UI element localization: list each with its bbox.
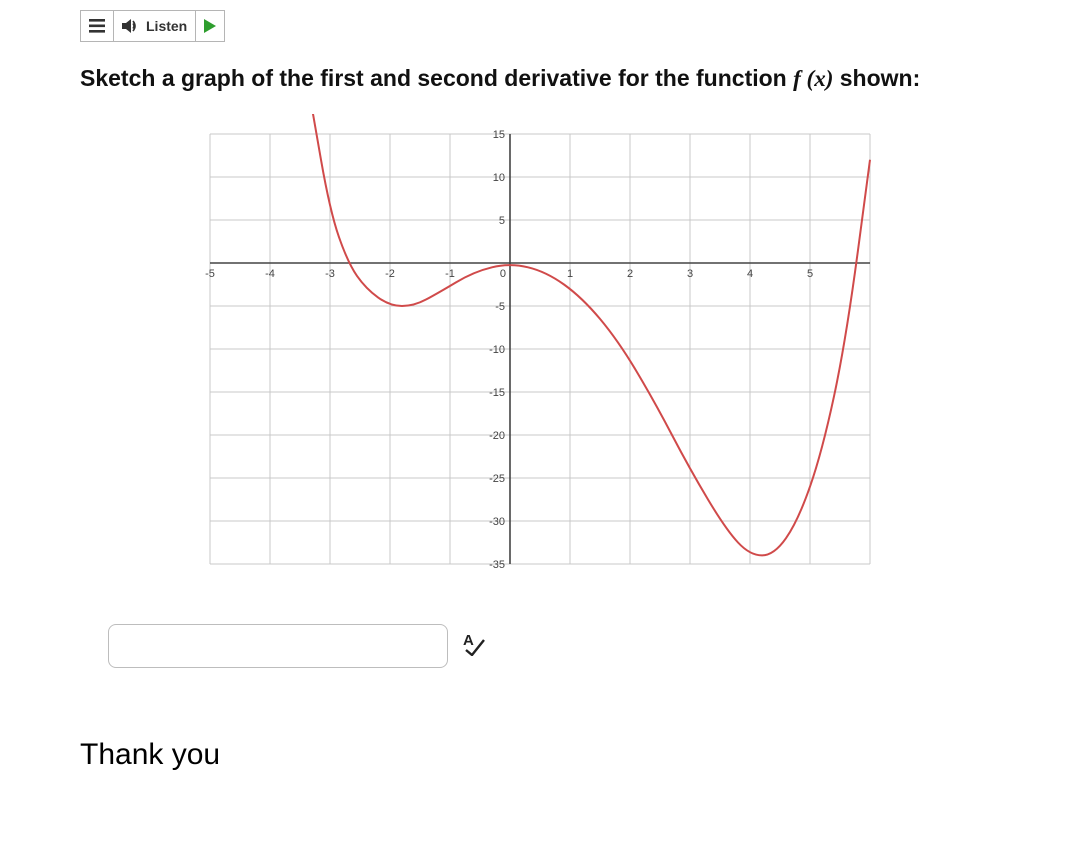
play-icon [204,19,216,33]
svg-text:-25: -25 [489,473,505,485]
hamburger-icon [89,19,105,33]
svg-text:-30: -30 [489,516,505,528]
svg-text:15: 15 [493,129,505,141]
spellcheck-icon: A [460,630,486,656]
svg-text:5: 5 [499,215,505,227]
svg-text:-4: -4 [265,268,275,280]
play-button[interactable] [196,11,224,41]
svg-text:5: 5 [807,268,813,280]
svg-text:-1: -1 [445,268,455,280]
thank-you-text: Thank you [80,738,1000,772]
function-graph: -5-4-3-2-101234515105-5-10-15-20-25-30-3… [190,114,890,584]
question-fn: f (x) [793,66,833,91]
svg-text:0: 0 [500,268,506,280]
svg-text:1: 1 [567,268,573,280]
svg-text:3: 3 [687,268,693,280]
svg-text:-5: -5 [205,268,215,280]
svg-text:-35: -35 [489,559,505,571]
svg-text:-15: -15 [489,387,505,399]
reader-toolbar: Listen [80,10,225,42]
svg-text:-20: -20 [489,430,505,442]
listen-label: Listen [146,18,187,34]
spellcheck-button[interactable]: A [460,630,486,661]
svg-text:-3: -3 [325,268,335,280]
answer-input[interactable] [108,624,448,668]
svg-text:4: 4 [747,268,753,280]
svg-text:-5: -5 [495,301,505,313]
speaker-icon [122,18,140,34]
question-text: Sketch a graph of the first and second d… [80,64,1000,94]
listen-button[interactable]: Listen [114,11,196,41]
question-prefix: Sketch a graph of the first and second d… [80,65,793,91]
menu-button[interactable] [81,11,114,41]
svg-text:-2: -2 [385,268,395,280]
svg-text:2: 2 [627,268,633,280]
svg-text:10: 10 [493,172,505,184]
svg-text:A: A [463,632,474,649]
svg-text:-10: -10 [489,344,505,356]
question-suffix: shown: [833,65,920,91]
